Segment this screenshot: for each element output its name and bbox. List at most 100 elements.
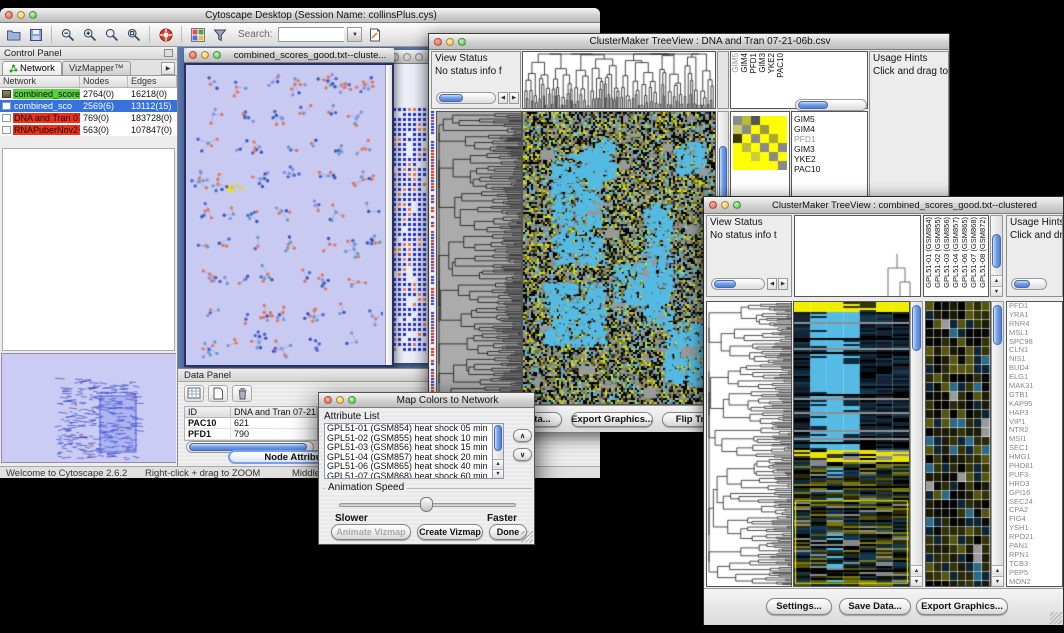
zoom-button[interactable]: [348, 396, 356, 404]
zoom-button[interactable]: [29, 11, 37, 19]
close-button[interactable]: [5, 11, 13, 19]
scroll-up-button[interactable]: ▲: [493, 459, 503, 468]
zoom-button[interactable]: [458, 38, 466, 46]
new-attribute-icon[interactable]: [208, 385, 228, 402]
move-down-button[interactable]: ∨: [513, 448, 532, 461]
zoom-hscrollbar[interactable]: [795, 99, 867, 111]
network-table-row[interactable]: RNAPuberNov2+ 563(0) 107847(0): [0, 124, 177, 136]
correlation-matrix-canvas[interactable]: [733, 116, 787, 170]
animation-slider-thumb[interactable]: [420, 497, 433, 512]
gene-item[interactable]: YKE2: [792, 154, 867, 164]
zoom-selected-icon[interactable]: [124, 25, 143, 44]
list-vscrollbar[interactable]: ▲ ▼: [492, 424, 503, 478]
row-dendrogram-canvas[interactable]: [707, 302, 791, 586]
network-graph-canvas[interactable]: [186, 65, 383, 365]
settings-button[interactable]: Settings...: [766, 598, 832, 615]
treeview-combined-titlebar[interactable]: ClusterMaker TreeView : combined_scores_…: [704, 197, 1063, 214]
gene-item[interactable]: GIM3: [792, 144, 867, 154]
scroll-left-button[interactable]: ◀: [767, 278, 777, 290]
col-id[interactable]: ID: [185, 407, 231, 417]
scroll-left-button[interactable]: ◀: [498, 92, 508, 104]
move-up-button[interactable]: ∧: [513, 429, 532, 442]
tab-vizmapper[interactable]: VizMapper™: [62, 61, 131, 75]
zoom-out-icon[interactable]: [58, 25, 77, 44]
network-table-row[interactable]: combined_sco 2569(6) 13112(15): [0, 100, 177, 112]
col-network[interactable]: Network: [0, 76, 80, 87]
network-overview-canvas[interactable]: [2, 354, 176, 462]
gene-item[interactable]: PAC10: [792, 164, 867, 174]
resize-grip[interactable]: [521, 531, 533, 543]
scroll-down-button[interactable]: ▼: [911, 576, 922, 586]
network-table-row[interactable]: combined_scores 2764(0) 16218(0): [0, 88, 177, 100]
row-dendrogram-canvas[interactable]: [437, 112, 521, 404]
animate-vizmap-button[interactable]: Animate Vizmap: [331, 524, 411, 540]
heatmap-vscrollbar[interactable]: ▲ ▼: [910, 301, 923, 587]
minimize-button[interactable]: [17, 11, 25, 19]
gene-item[interactable]: PFD1: [792, 134, 867, 144]
tab-network[interactable]: Network: [2, 61, 62, 75]
view-status-hscrollbar[interactable]: [436, 92, 496, 104]
float-panel-icon[interactable]: [164, 49, 173, 57]
zoom-fit-icon[interactable]: [102, 25, 121, 44]
column-dendrogram-canvas[interactable]: [523, 52, 715, 108]
filter-funnel-icon[interactable]: [210, 25, 229, 44]
treeview-dna-titlebar[interactable]: ClusterMaker TreeView : DNA and Tran 07-…: [429, 34, 949, 50]
main-titlebar[interactable]: Cytoscape Desktop (Session Name: collins…: [0, 8, 600, 23]
annotation-icon[interactable]: [365, 25, 384, 44]
scroll-right-button[interactable]: ▶: [509, 92, 519, 104]
dialog-titlebar[interactable]: Map Colors to Network: [319, 393, 534, 408]
export-graphics-button[interactable]: Export Graphics...: [916, 598, 1008, 615]
attribute-row[interactable]: PAC10 621: [185, 418, 317, 429]
attribute-item[interactable]: GPL51-07 (GSM868) heat shock 60 min: [325, 472, 492, 479]
export-graphics-button[interactable]: Export Graphics...: [571, 412, 653, 427]
minimize-button[interactable]: [403, 53, 411, 61]
tab-overflow-button[interactable]: ▶: [161, 62, 175, 75]
network-table-header[interactable]: Network Nodes Edges: [0, 76, 177, 88]
gene-item[interactable]: MON2: [1007, 578, 1062, 587]
minimize-button[interactable]: [336, 396, 344, 404]
zoom-in-icon[interactable]: [80, 25, 99, 44]
scroll-right-button[interactable]: ▶: [778, 278, 788, 290]
delete-attribute-icon[interactable]: [232, 385, 252, 402]
gene-item[interactable]: GIM4: [792, 124, 867, 134]
usage-hscrollbar[interactable]: [1011, 278, 1047, 290]
zoom-vscrollbar[interactable]: ▲ ▼: [991, 301, 1004, 587]
zoom-button[interactable]: [733, 201, 741, 209]
attribute-row[interactable]: PFD1 790: [185, 429, 317, 440]
vizmap-grid-icon[interactable]: [188, 25, 207, 44]
search-dropdown-button[interactable]: ▼: [347, 27, 362, 42]
view-status-hscrollbar[interactable]: [711, 278, 765, 290]
attribute-select-icon[interactable]: [184, 385, 204, 402]
scroll-up-button[interactable]: ▲: [911, 565, 922, 575]
col-nodes[interactable]: Nodes: [80, 76, 128, 87]
minimize-button[interactable]: [201, 51, 209, 59]
help-lifering-icon[interactable]: [156, 25, 175, 44]
attribute-table-header[interactable]: ID DNA and Tran 07-21-06...: [185, 407, 317, 418]
network-vertical-scrollbar[interactable]: [385, 65, 392, 365]
col-edges[interactable]: Edges: [128, 76, 177, 87]
scroll-down-button[interactable]: ▼: [992, 576, 1003, 586]
open-session-icon[interactable]: [4, 25, 23, 44]
save-data-button[interactable]: Save Data...: [839, 598, 911, 615]
resize-grip[interactable]: [1050, 612, 1062, 624]
scroll-up-button[interactable]: ▲: [991, 275, 1002, 285]
heatmap-canvas[interactable]: [523, 112, 715, 404]
search-input[interactable]: [278, 27, 344, 42]
close-button[interactable]: [709, 201, 717, 209]
network-view-titlebar[interactable]: combined_scores_good.txt--cluste...: [184, 48, 394, 63]
labels-vscrollbar[interactable]: ▲ ▼: [990, 215, 1003, 297]
close-button[interactable]: [324, 396, 332, 404]
column-dendrogram-canvas[interactable]: [795, 216, 920, 296]
close-button[interactable]: [434, 38, 442, 46]
col-attribute[interactable]: DNA and Tran 07-21-06...: [231, 407, 317, 417]
scroll-down-button[interactable]: ▼: [991, 286, 1002, 296]
zoom-heatmap-canvas[interactable]: [926, 302, 990, 586]
zoom-button[interactable]: [213, 51, 221, 59]
scroll-up-button[interactable]: ▲: [992, 565, 1003, 575]
network-table-row[interactable]: DNA and Tran 07 769(0) 183728(0): [0, 112, 177, 124]
scroll-down-button[interactable]: ▼: [493, 469, 503, 478]
create-vizmap-button[interactable]: Create Vizmap: [417, 524, 483, 540]
minimize-button[interactable]: [446, 38, 454, 46]
zoom-button[interactable]: [415, 53, 423, 61]
gene-item[interactable]: GIM5: [792, 114, 867, 124]
